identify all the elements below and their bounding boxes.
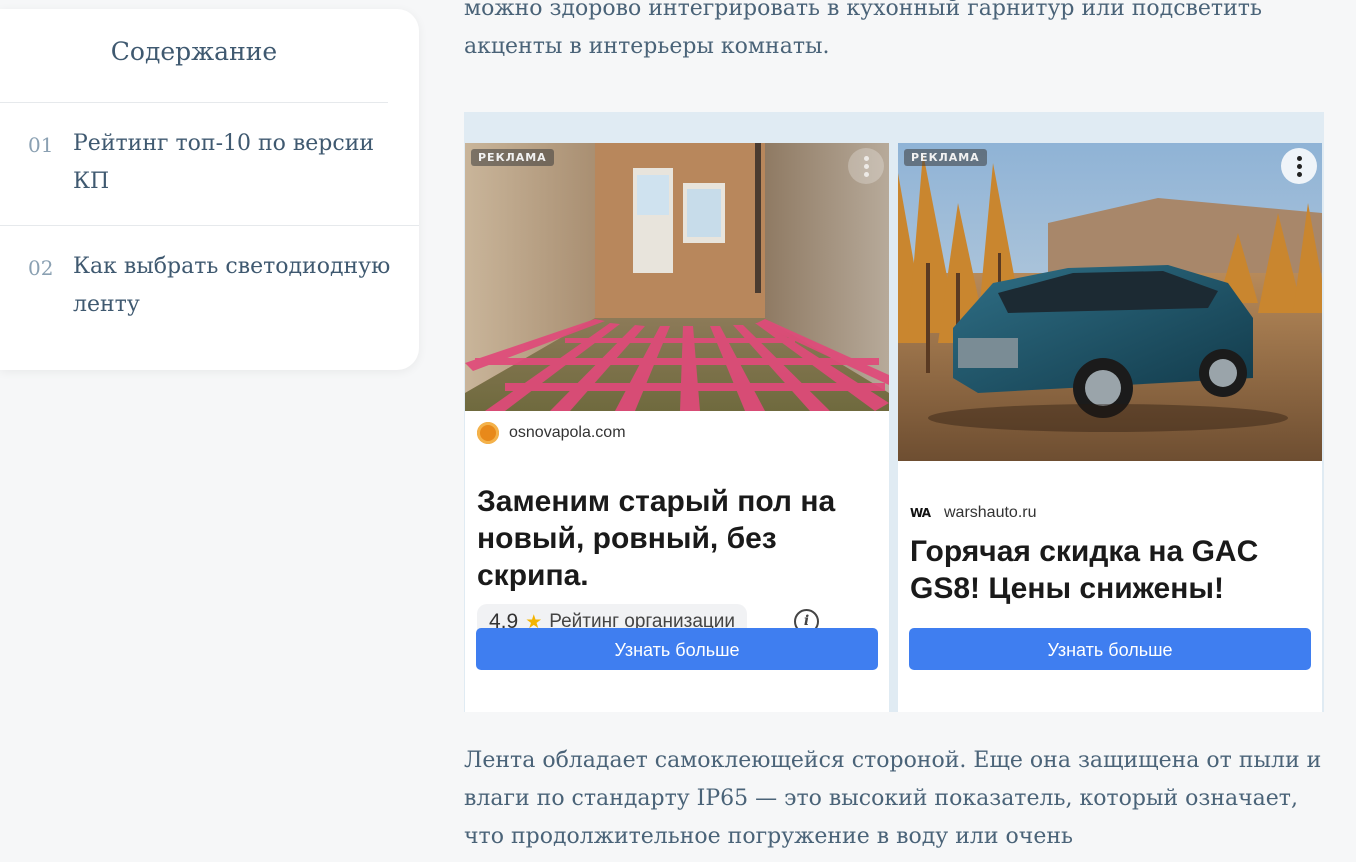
ad-domain[interactable]: osnovapola.com bbox=[477, 422, 626, 444]
learn-more-button[interactable]: Узнать больше bbox=[909, 628, 1311, 670]
more-options-icon[interactable] bbox=[1281, 148, 1317, 184]
ad-block: РЕКЛАМА osnovapola.com Заменим старый по… bbox=[464, 112, 1324, 712]
table-of-contents: Содержание 01 Рейтинг топ-10 по версии К… bbox=[0, 9, 419, 370]
ad-label: РЕКЛАМА bbox=[904, 149, 987, 166]
suv-car-image bbox=[898, 143, 1322, 461]
ad-image-floor-renovation[interactable]: РЕКЛАМА bbox=[465, 143, 889, 411]
toc-item-label[interactable]: Рейтинг топ-10 по версии КП bbox=[73, 125, 403, 201]
ad-headline[interactable]: Горячая скидка на GAC GS8! Цены снижены! bbox=[910, 533, 1310, 607]
article-paragraph: Лента обладает самоклеющейся стороной. Е… bbox=[464, 748, 1322, 849]
floor-renovation-image bbox=[465, 143, 889, 411]
toc-item-number: 01 bbox=[28, 133, 54, 157]
ad-domain-text: warshauto.ru bbox=[944, 504, 1037, 521]
ad-card-osnovapola[interactable]: РЕКЛАМА osnovapola.com Заменим старый по… bbox=[465, 143, 889, 712]
more-options-icon[interactable] bbox=[848, 148, 884, 184]
learn-more-button[interactable]: Узнать больше bbox=[476, 628, 878, 670]
toc-title: Содержание bbox=[0, 9, 388, 103]
toc-item-number: 02 bbox=[28, 256, 54, 280]
toc-item-rating[interactable]: 01 Рейтинг топ-10 по версии КП bbox=[0, 103, 419, 226]
ad-label: РЕКЛАМА bbox=[471, 149, 554, 166]
warshauto-logo-icon: WA bbox=[910, 506, 931, 520]
ad-image-gac-gs8[interactable]: РЕКЛАМА bbox=[898, 143, 1322, 461]
ad-domain[interactable]: WA warshauto.ru bbox=[910, 504, 1037, 522]
article-paragraph: можно здорово интегрировать в кухонный г… bbox=[464, 0, 1262, 59]
ad-headline[interactable]: Заменим старый пол на новый, ровный, без… bbox=[477, 483, 877, 594]
toc-item-how-to-choose[interactable]: 02 Как выбрать светодиодную ленту bbox=[0, 226, 419, 348]
toc-item-label[interactable]: Как выбрать светодиодную ленту bbox=[73, 248, 403, 324]
osnovapola-logo-icon bbox=[477, 422, 499, 444]
ad-domain-text: osnovapola.com bbox=[509, 424, 626, 441]
ad-card-warshauto[interactable]: РЕКЛАМА WA warshauto.ru Горячая скидка н… bbox=[898, 143, 1322, 712]
